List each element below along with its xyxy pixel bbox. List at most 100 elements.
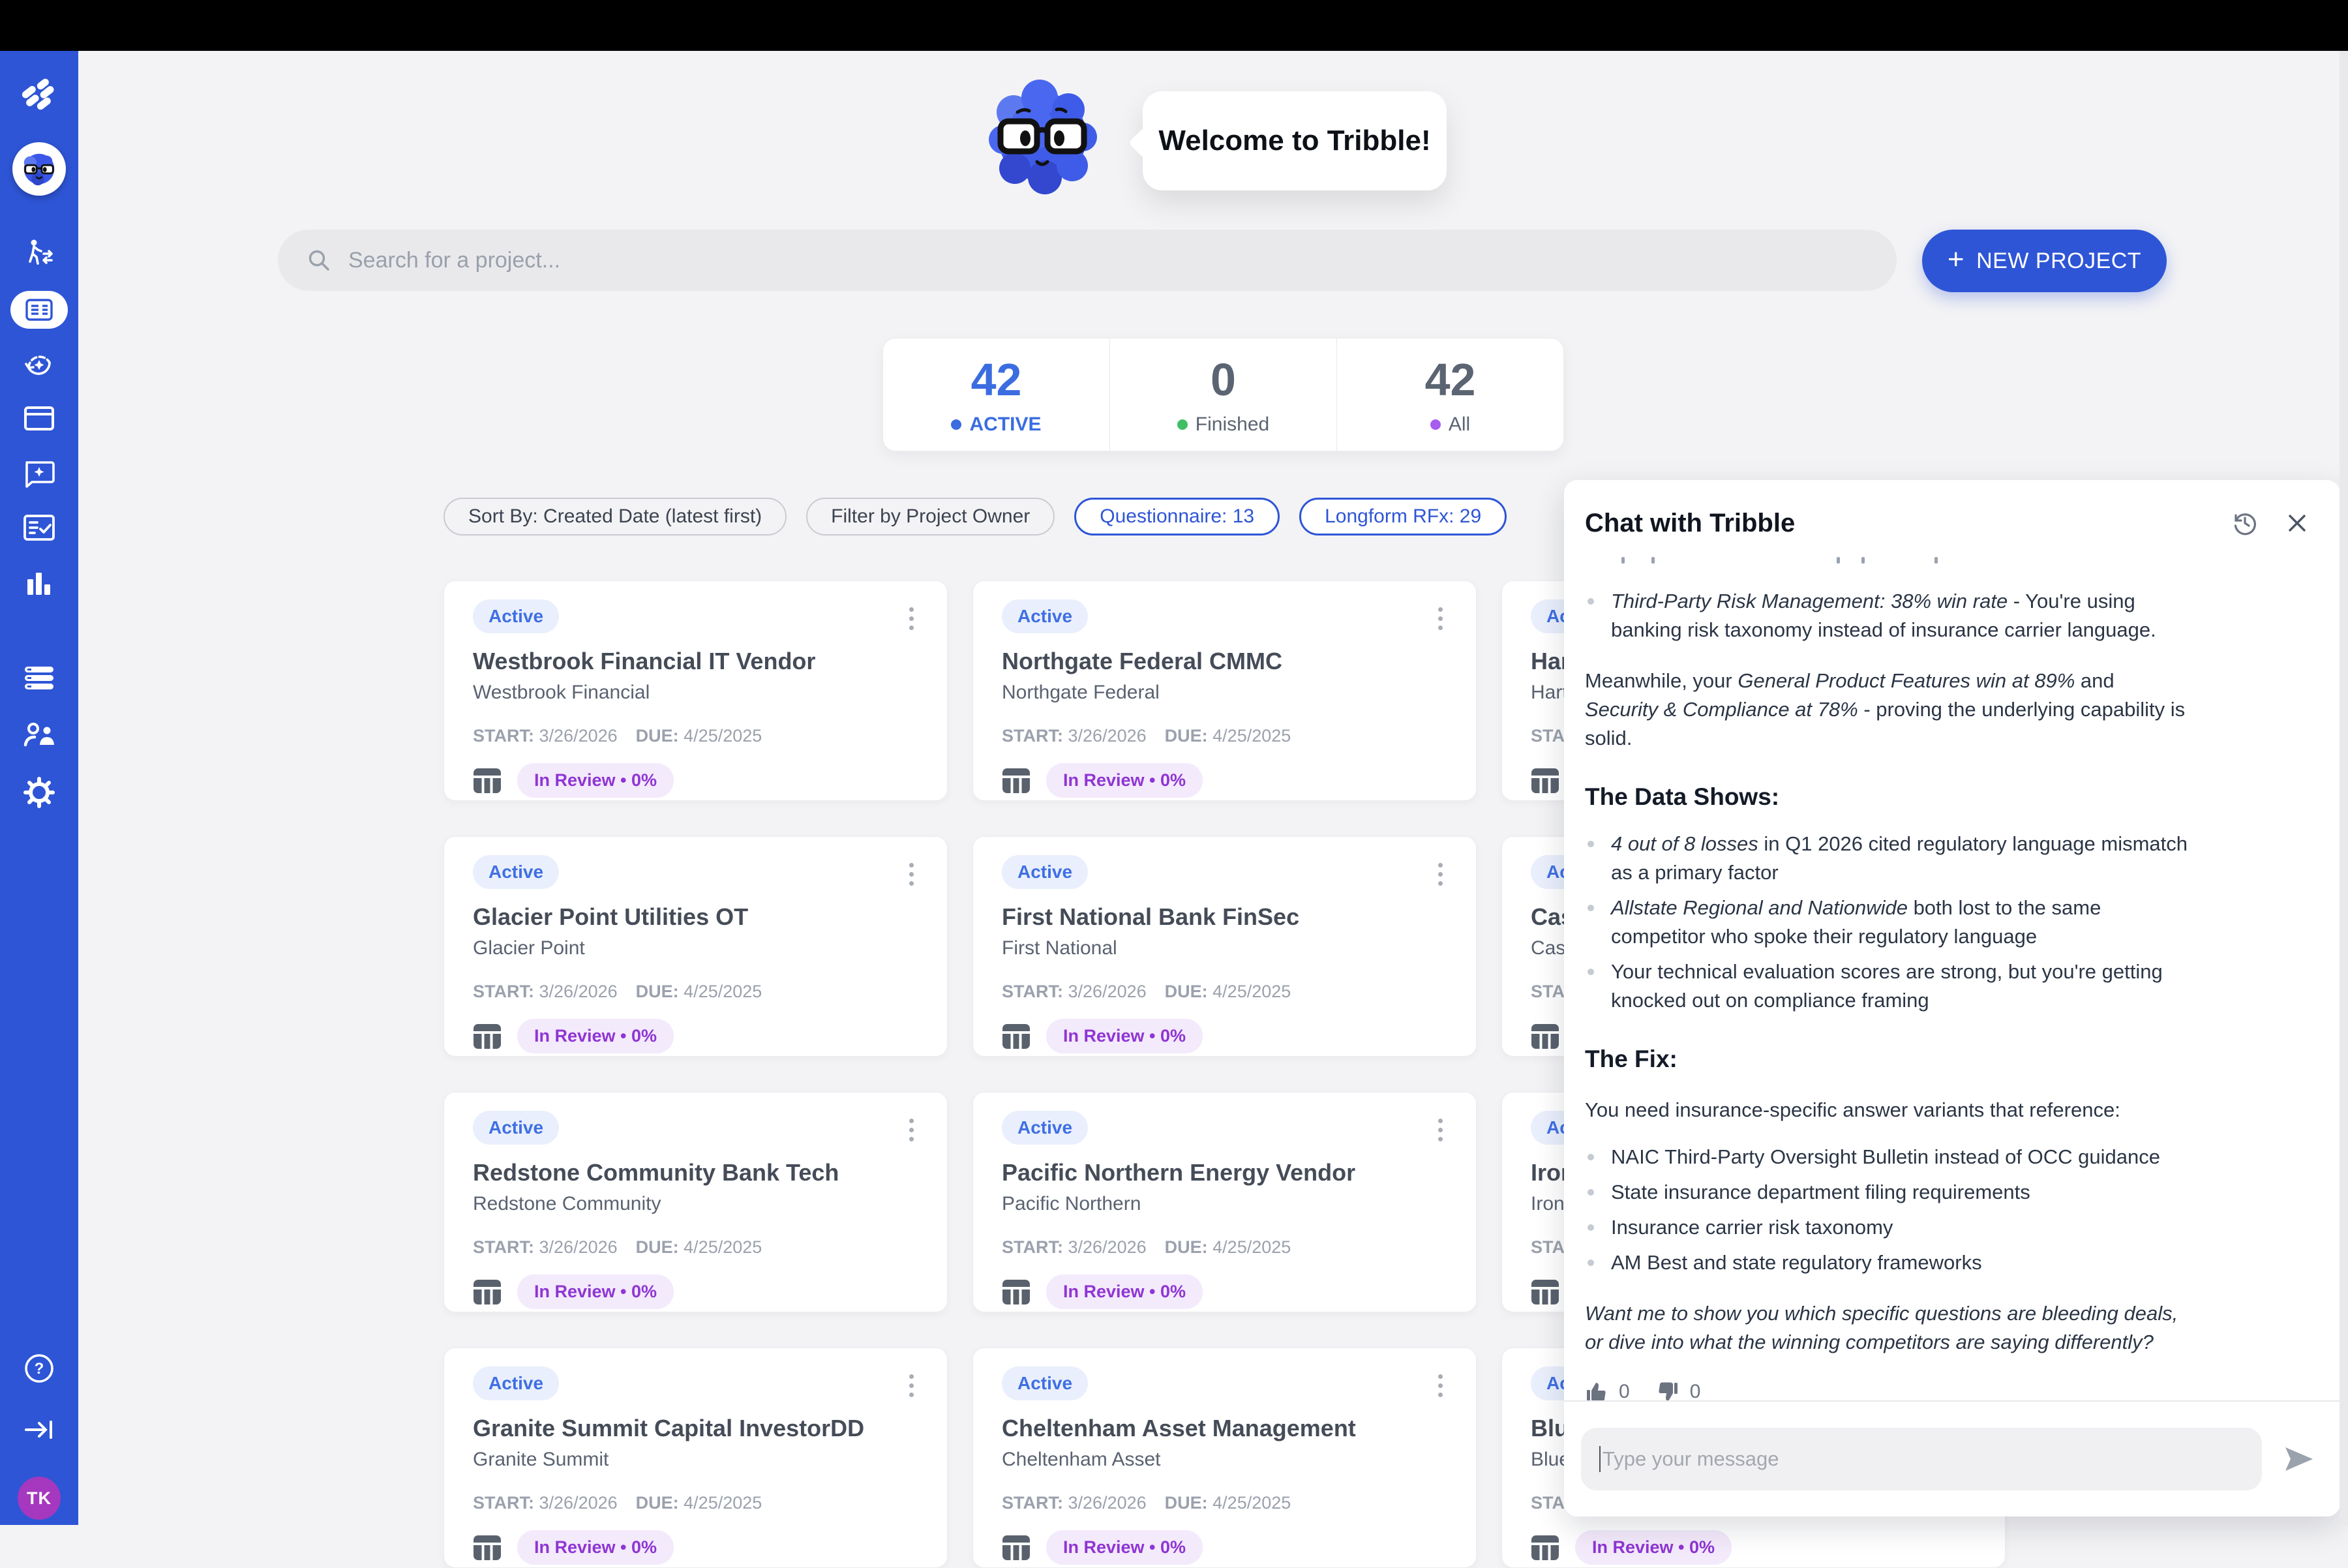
questionnaire-type-icon — [473, 768, 502, 794]
sidebar-item-team[interactable] — [0, 721, 78, 747]
project-dates: START: 3/26/2026DUE: 4/25/2025 — [1002, 1493, 1447, 1513]
chat-bullet-item: AM Best and state regulatory frameworks — [1585, 1248, 2190, 1277]
project-search-input[interactable]: Search for a project... — [278, 230, 1897, 291]
filter-bar: Sort By: Created Date (latest first) Fil… — [444, 498, 1507, 535]
project-card[interactable]: Active Westbrook Financial IT Vendor Wes… — [444, 580, 948, 801]
project-client: Westbrook Financial — [473, 682, 918, 704]
chat-close-icon[interactable] — [2280, 506, 2314, 540]
questionnaire-type-icon — [1002, 1023, 1031, 1049]
card-menu-icon[interactable] — [1430, 863, 1450, 886]
chat-input-placeholder: Type your message — [1603, 1447, 1779, 1471]
page-scrollbar[interactable] — [2340, 51, 2348, 1525]
card-menu-icon[interactable] — [901, 1374, 921, 1397]
send-message-icon[interactable] — [2284, 1446, 2314, 1472]
user-avatar[interactable]: TK — [0, 1477, 78, 1520]
project-title: Glacier Point Utilities OT — [473, 903, 918, 931]
review-progress-pill: In Review • 0% — [1046, 1530, 1203, 1565]
sidebar-item-projects[interactable] — [0, 291, 78, 329]
status-badge: Active — [473, 599, 559, 633]
questionnaire-type-icon — [1002, 1535, 1031, 1561]
review-progress-pill: In Review • 0% — [517, 1274, 674, 1309]
sidebar-item-sync[interactable] — [0, 348, 78, 382]
chat-section-heading: The Data Shows: — [1585, 783, 2190, 811]
chat-paragraph: Meanwhile, your General Product Features… — [1585, 667, 2190, 753]
stat-all-label: All — [1449, 414, 1470, 436]
project-dates: START: 3/26/2026DUE: 4/25/2025 — [1002, 1237, 1447, 1258]
project-title: Westbrook Financial IT Vendor — [473, 648, 918, 675]
project-dates: START: 3/26/2026DUE: 4/25/2025 — [473, 1237, 918, 1258]
status-badge: Active — [1002, 599, 1088, 633]
sidebar-item-review-forms[interactable] — [0, 514, 78, 541]
card-menu-icon[interactable] — [901, 607, 921, 630]
sidebar-item-analytics[interactable] — [0, 570, 78, 597]
help-icon[interactable]: ? — [0, 1353, 78, 1384]
stat-all[interactable]: 42 All — [1336, 339, 1563, 451]
review-progress-pill: In Review • 0% — [517, 763, 674, 798]
card-menu-icon[interactable] — [901, 1119, 921, 1141]
project-card[interactable]: Active Northgate Federal CMMC Northgate … — [972, 580, 1477, 801]
questionnaire-type-icon — [473, 1023, 502, 1049]
card-menu-icon[interactable] — [901, 863, 921, 886]
project-title: Redstone Community Bank Tech — [473, 1159, 918, 1186]
project-card[interactable]: Active Glacier Point Utilities OT Glacie… — [444, 836, 948, 1057]
chat-section-heading: The Fix: — [1585, 1045, 2190, 1074]
welcome-bubble: Welcome to Tribble! — [1143, 91, 1447, 190]
filter-owner-chip[interactable]: Filter by Project Owner — [806, 498, 1055, 535]
chat-input-bar: Type your message — [1564, 1400, 2340, 1516]
chat-message-body: Third-Party Risk Management: 38% win rat… — [1564, 541, 2340, 1357]
project-card[interactable]: Active Granite Summit Capital InvestorDD… — [444, 1348, 948, 1568]
chat-title: Chat with Tribble — [1585, 509, 2210, 538]
finished-dot-icon — [1177, 419, 1188, 430]
review-progress-pill: In Review • 0% — [1046, 1274, 1203, 1309]
status-badge: Active — [473, 1366, 559, 1400]
card-menu-icon[interactable] — [1430, 1374, 1450, 1397]
questionnaire-type-icon — [1002, 1279, 1031, 1305]
sort-by-chip[interactable]: Sort By: Created Date (latest first) — [444, 498, 787, 535]
project-dates: START: 3/26/2026DUE: 4/25/2025 — [1002, 982, 1447, 1002]
project-dates: START: 3/26/2026DUE: 4/25/2025 — [473, 726, 918, 746]
questionnaire-type-icon — [473, 1279, 502, 1305]
stat-active-label: ACTIVE — [969, 414, 1041, 436]
stat-active[interactable]: 42 ACTIVE — [883, 339, 1109, 451]
sidebar-item-settings[interactable] — [0, 776, 78, 809]
chat-paragraph: You need insurance-specific answer varia… — [1585, 1096, 2190, 1124]
project-dates: START: 3/26/2026DUE: 4/25/2025 — [473, 1493, 918, 1513]
sidebar-item-chat-assist[interactable] — [0, 459, 78, 490]
collapse-sidebar-icon[interactable] — [0, 1418, 78, 1441]
project-client: Pacific Northern — [1002, 1193, 1447, 1215]
sidebar: ? TK — [0, 51, 78, 1525]
project-card[interactable]: Active Pacific Northern Energy Vendor Pa… — [972, 1092, 1477, 1312]
sidebar-item-handoff[interactable] — [0, 237, 78, 271]
project-title: Granite Summit Capital InvestorDD — [473, 1415, 918, 1442]
project-title: Cheltenham Asset Management — [1002, 1415, 1447, 1442]
questionnaire-type-icon — [1531, 1535, 1559, 1561]
sidebar-item-calendar[interactable] — [0, 403, 78, 432]
questionnaire-chip[interactable]: Questionnaire: 13 — [1074, 498, 1280, 535]
chat-bullet-item: NAIC Third-Party Oversight Bulletin inst… — [1585, 1143, 2190, 1171]
stat-all-value: 42 — [1425, 354, 1476, 406]
status-badge: Active — [1002, 1366, 1088, 1400]
chat-bullet-list: Third-Party Risk Management: 38% win rat… — [1585, 587, 2190, 644]
project-card[interactable]: Active Redstone Community Bank Tech Reds… — [444, 1092, 948, 1312]
stat-finished[interactable]: 0 Finished — [1109, 339, 1336, 451]
project-client: Glacier Point — [473, 937, 918, 959]
card-menu-icon[interactable] — [1430, 1119, 1450, 1141]
chat-bullet-item: Your technical evaluation scores are str… — [1585, 957, 2190, 1015]
chat-bullet-list: 4 out of 8 losses in Q1 2026 cited regul… — [1585, 830, 2190, 1015]
sidebar-item-content-library[interactable] — [0, 665, 78, 691]
card-menu-icon[interactable] — [1430, 607, 1450, 630]
chat-message-input[interactable]: Type your message — [1581, 1428, 2262, 1490]
review-progress-pill: In Review • 0% — [1046, 763, 1203, 798]
review-progress-pill: In Review • 0% — [517, 1019, 674, 1053]
project-card[interactable]: Active First National Bank FinSec First … — [972, 836, 1477, 1057]
chat-panel: Chat with Tribble Third-Party Risk Manag… — [1564, 480, 2340, 1516]
project-card[interactable]: Active Cheltenham Asset Management Chelt… — [972, 1348, 1477, 1568]
stat-finished-value: 0 — [1211, 354, 1236, 406]
chat-bullet-item: Third-Party Risk Management: 38% win rat… — [1585, 587, 2190, 644]
chat-history-icon[interactable] — [2227, 505, 2263, 541]
mascot-avatar[interactable] — [0, 142, 78, 196]
longform-rfx-chip[interactable]: Longform RFx: 29 — [1299, 498, 1507, 535]
chat-bullet-list: NAIC Third-Party Oversight Bulletin inst… — [1585, 1143, 2190, 1277]
chat-bullet-item: State insurance department filing requir… — [1585, 1178, 2190, 1207]
new-project-button[interactable]: + NEW PROJECT — [1922, 230, 2167, 292]
